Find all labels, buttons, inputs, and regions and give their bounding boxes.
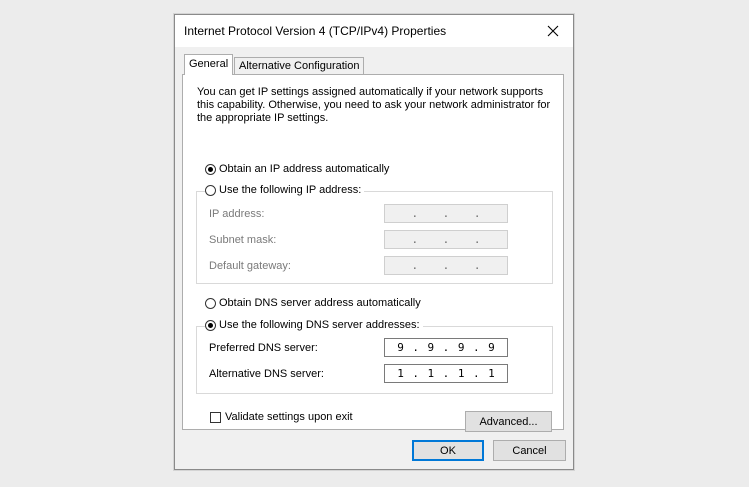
ip-address-label: IP address: [209, 208, 265, 220]
validate-settings-checkbox[interactable] [210, 411, 221, 423]
window-title: Internet Protocol Version 4 (TCP/IPv4) P… [184, 24, 447, 38]
preferred-dns-octet: 9 [427, 341, 435, 354]
obtain-ip-auto-radio[interactable] [205, 163, 216, 175]
description-text: You can get IP settings assigned automat… [197, 86, 551, 124]
preferred-dns-octet: 9 [488, 341, 495, 354]
title-bar: Internet Protocol Version 4 (TCP/IPv4) P… [175, 15, 573, 47]
obtain-ip-auto-option[interactable]: Obtain an IP address automatically [205, 163, 389, 175]
obtain-dns-auto-radio[interactable] [205, 297, 216, 309]
tab-general[interactable]: General [184, 54, 234, 75]
preferred-dns-field[interactable]: 9. 9. 9. 9 [384, 338, 508, 357]
alternative-dns-octet: 1 [488, 367, 495, 380]
use-following-dns-radio[interactable] [205, 319, 216, 331]
use-following-dns-label: Use the following DNS server addresses: [219, 319, 420, 331]
use-following-ip-option[interactable]: Use the following IP address: [205, 184, 365, 196]
ok-button[interactable]: OK [412, 440, 484, 461]
alternative-dns-field[interactable]: 1. 1. 1. 1 [384, 364, 508, 383]
obtain-dns-auto-option[interactable]: Obtain DNS server address automatically [205, 297, 421, 309]
obtain-dns-auto-label: Obtain DNS server address automatically [219, 297, 421, 309]
preferred-dns-octet: 9 [457, 341, 465, 354]
preferred-dns-octet: 9 [397, 341, 404, 354]
close-button[interactable] [533, 15, 573, 47]
ip-address-field: . . . [384, 204, 508, 223]
advanced-button[interactable]: Advanced... [465, 411, 552, 432]
alternative-dns-octet: 1 [427, 367, 435, 380]
subnet-mask-label: Subnet mask: [209, 234, 277, 246]
validate-settings-option[interactable]: Validate settings upon exit [210, 411, 353, 423]
alternative-dns-label: Alternative DNS server: [209, 368, 324, 380]
subnet-mask-field: . . . [384, 230, 508, 249]
default-gateway-field: . . . [384, 256, 508, 275]
obtain-ip-auto-label: Obtain an IP address automatically [219, 163, 390, 175]
use-following-dns-option[interactable]: Use the following DNS server addresses: [205, 319, 423, 331]
preferred-dns-label: Preferred DNS server: [209, 342, 318, 354]
close-icon [547, 25, 559, 37]
use-following-ip-radio[interactable] [205, 184, 216, 196]
alternative-dns-octet: 1 [397, 367, 404, 380]
alternative-dns-octet: 1 [457, 367, 465, 380]
tcpip-properties-dialog: Internet Protocol Version 4 (TCP/IPv4) P… [174, 14, 574, 470]
cancel-button[interactable]: Cancel [493, 440, 566, 461]
default-gateway-label: Default gateway: [209, 260, 291, 272]
use-following-ip-label: Use the following IP address: [219, 184, 362, 196]
validate-settings-label: Validate settings upon exit [225, 411, 353, 423]
general-tab-panel: You can get IP settings assigned automat… [182, 74, 564, 432]
dns-server-group [196, 326, 553, 394]
